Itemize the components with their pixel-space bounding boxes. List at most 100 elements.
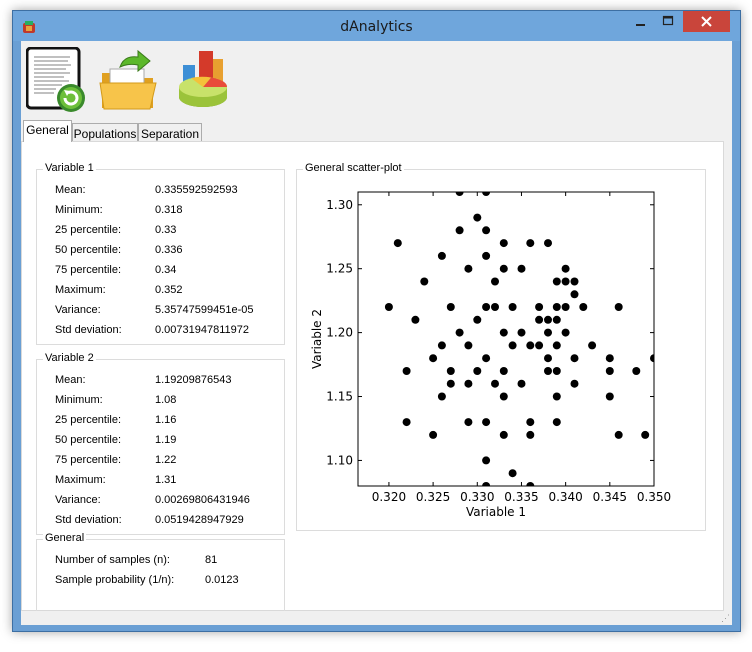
stat-label: Std deviation: [55,514,122,526]
document-refresh-icon[interactable] [26,47,88,113]
scatter-point [482,192,491,196]
scatter-point [544,315,552,324]
resize-grip-icon[interactable]: ⋰ [721,613,730,624]
scatter-point [552,277,561,286]
x-tick-label: 0.335 [504,490,538,504]
scatter-point [552,418,561,427]
x-tick-label: 0.330 [460,490,494,504]
scatter-point [570,277,579,286]
scatter-point [411,315,420,324]
scatter-point [499,392,508,401]
x-tick-label: 0.325 [416,490,450,504]
scatter-point [632,367,641,375]
scatter-point [570,379,579,388]
scatter-point [437,392,446,401]
x-tick-label: 0.345 [593,490,627,504]
y-tick-label: 1.15 [326,390,353,404]
scatter-point [659,418,667,426]
scatter-point [526,430,535,439]
stat-value: 0.318 [155,204,183,216]
y-axis-label: Variable 2 [310,309,324,369]
stat-label: 25 percentile: [55,414,122,426]
scatter-point [561,303,570,311]
scatter-point [579,303,588,311]
scatter-point [464,418,473,427]
stat-label: Minimum: [55,394,103,406]
scatter-point [535,341,544,350]
scatter-point [526,482,535,486]
scatter-point [650,354,654,363]
stat-value: 1.16 [155,414,177,426]
stat-label: 75 percentile: [55,264,122,276]
stat-label: Maximum: [55,284,106,296]
scatter-point [473,315,482,324]
stat-label: 75 percentile: [55,454,122,466]
scatter-point [605,392,614,401]
scatter-point [614,430,623,439]
scatter-point [508,303,517,311]
stat-label: Sample probability (1/n): [55,574,175,586]
tab-general[interactable]: General [23,120,72,142]
tab-label: Separation [140,127,200,141]
scatter-point [570,354,579,363]
minimize-button[interactable] [627,11,654,32]
plot-frame [357,191,655,487]
scatter-point [544,354,552,363]
scatter-point [544,328,552,337]
scatter-point [526,418,535,427]
stat-label: Mean: [55,374,86,386]
scatter-point [482,456,491,465]
scatter-point [499,239,508,248]
scatter-point [588,341,597,350]
scatter-point [350,303,358,311]
scatter-point [437,251,446,260]
scatter-point [446,367,455,375]
scatter-point [482,303,491,311]
scatter-point [491,303,499,311]
scatter-point [605,367,614,375]
tab-label: Populations [73,127,137,141]
scatter-point [482,482,491,486]
scatter-point [552,341,561,350]
status-bar: ⋰ [21,611,732,625]
stat-value: 1.22 [155,454,177,466]
scatter-point [499,367,508,375]
scatter-point [491,379,499,388]
scatter-point [552,367,561,375]
maximize-button[interactable] [655,11,682,32]
x-tick-label: 0.320 [372,490,406,504]
scatter-point [517,264,526,273]
scatter-point [499,430,508,439]
y-tick-label: 1.20 [326,326,353,340]
scatter-point [429,354,438,363]
stat-label: Minimum: [55,204,103,216]
close-button[interactable] [683,11,730,32]
general-group: General Number of samples (n): 81 Sample… [36,532,285,611]
client-area: General Populations Separation Variable … [21,41,732,625]
y-tick-label: 1.25 [326,262,353,276]
scatter-point [517,328,526,337]
app-window: dAnalytics General Populations Separatio… [12,10,741,632]
tab-separation[interactable]: Separation [138,123,202,142]
scatter-point [535,303,544,311]
scatter-point [473,213,482,222]
scatter-plot[interactable]: 0.320 0.325 0.330 0.335 0.340 0.345 0.350 1.10 1… [297,170,705,530]
scatter-point [499,264,508,273]
tab-populations[interactable]: Populations [72,123,138,142]
scatter-point [473,367,482,375]
stat-value: 1.08 [155,394,177,406]
charts-icon[interactable] [171,47,235,113]
variable2-group: Variable 2 Mean: 1.19209876543 Minimum: … [36,352,285,535]
title-bar[interactable]: dAnalytics [13,11,740,41]
stat-value: 81 [205,554,218,566]
scatter-point [420,277,429,286]
stat-value: 0.00269806431946 [155,494,250,506]
scatter-point [561,264,570,273]
scatter-point [552,315,561,324]
stat-label: Variance: [55,304,101,316]
scatter-point [508,341,517,350]
scatter-point [393,239,402,248]
open-folder-icon[interactable] [98,47,162,113]
scatter-point [446,379,455,388]
scatter-point [482,251,491,260]
